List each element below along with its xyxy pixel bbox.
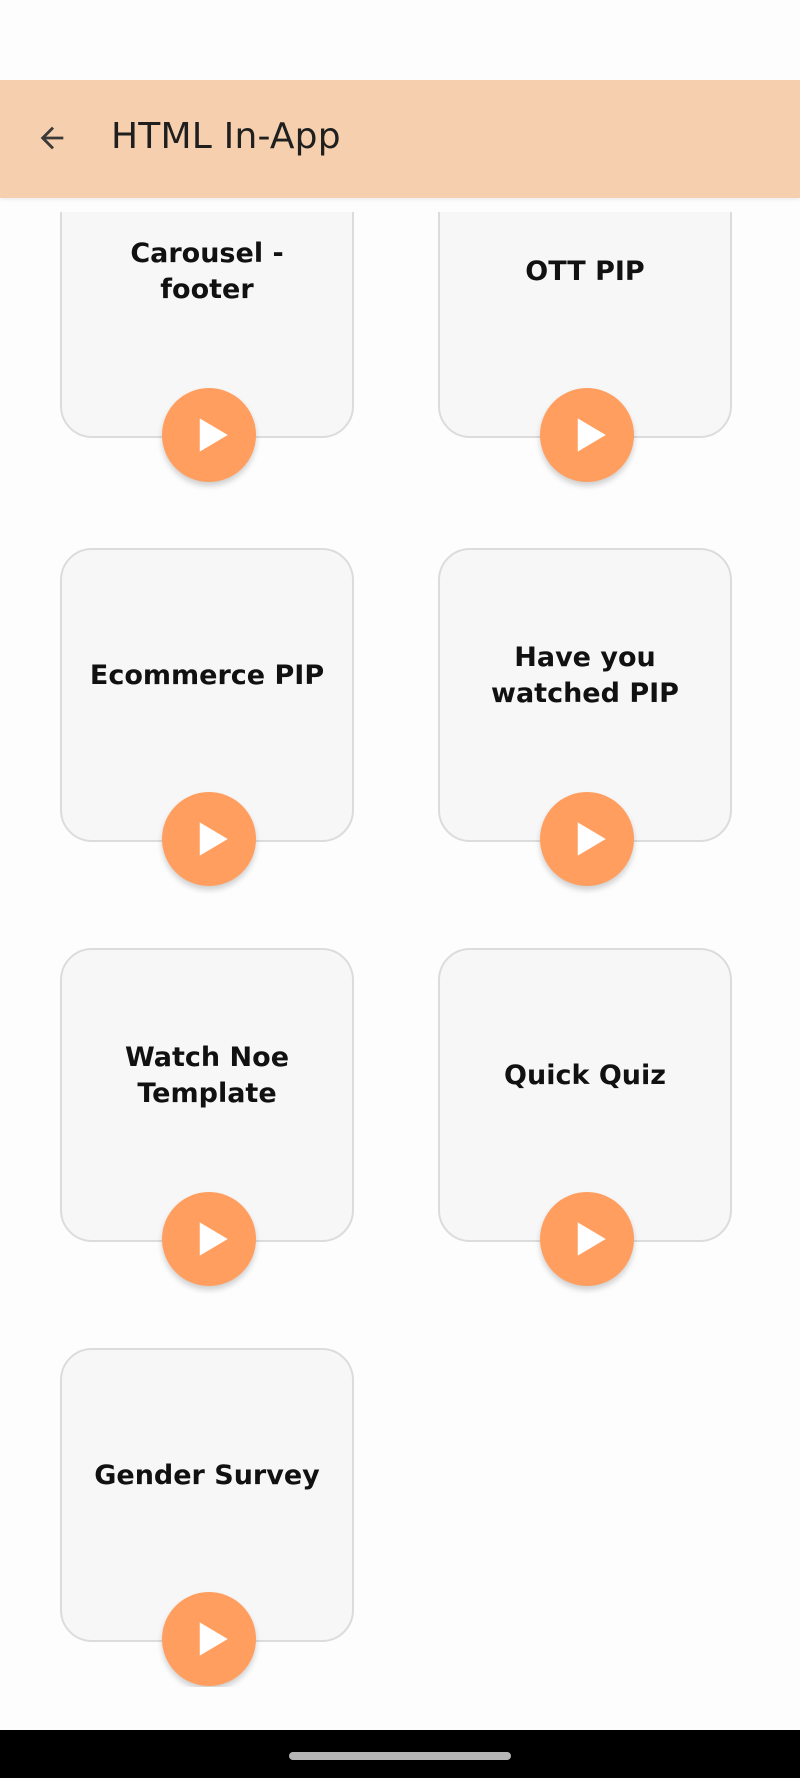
card-gender-survey[interactable]: Gender Survey	[60, 1348, 354, 1686]
play-icon	[199, 1222, 228, 1256]
card-quick-quiz[interactable]: Quick Quiz	[438, 948, 732, 1286]
card-ecommerce-pip[interactable]: Ecommerce PIP	[60, 548, 354, 886]
card-title: OTT PIP	[525, 256, 645, 287]
app-bar: HTML In-App	[0, 80, 800, 198]
status-bar	[0, 0, 800, 80]
play-button[interactable]	[162, 1592, 256, 1686]
play-button[interactable]	[162, 1192, 256, 1286]
card-title: Gender Survey	[94, 1460, 320, 1491]
play-button[interactable]	[540, 388, 634, 482]
card-watch-noe-template[interactable]: Watch Noe Template	[60, 948, 354, 1286]
back-button[interactable]	[24, 110, 80, 166]
card-carousel-footer[interactable]: Carousel - footer	[60, 212, 354, 482]
play-icon	[577, 1222, 606, 1256]
page-title: HTML In-App	[111, 116, 341, 157]
card-title: Have you watched PIP	[491, 642, 679, 709]
home-gesture-handle[interactable]	[289, 1752, 511, 1760]
arrow-left-icon	[40, 126, 64, 150]
template-grid: Carousel - footer OTT PIP Ecommerce PIP …	[0, 212, 800, 1687]
card-have-you-watched-pip[interactable]: Have you watched PIP	[438, 548, 732, 886]
play-icon	[199, 1622, 228, 1656]
play-button[interactable]	[162, 792, 256, 886]
play-icon	[199, 822, 228, 856]
play-icon	[577, 822, 606, 856]
play-button[interactable]	[162, 388, 256, 482]
card-ott-pip[interactable]: OTT PIP	[438, 212, 732, 482]
play-button[interactable]	[540, 1192, 634, 1286]
play-button[interactable]	[540, 792, 634, 886]
play-icon	[577, 418, 606, 452]
card-title: Quick Quiz	[504, 1060, 666, 1091]
card-title: Ecommerce PIP	[89, 660, 325, 691]
system-navigation-bar	[0, 1730, 800, 1778]
card-title: Watch Noe Template	[124, 1042, 290, 1109]
play-icon	[199, 418, 228, 452]
card-title: Carousel - footer	[130, 238, 284, 305]
